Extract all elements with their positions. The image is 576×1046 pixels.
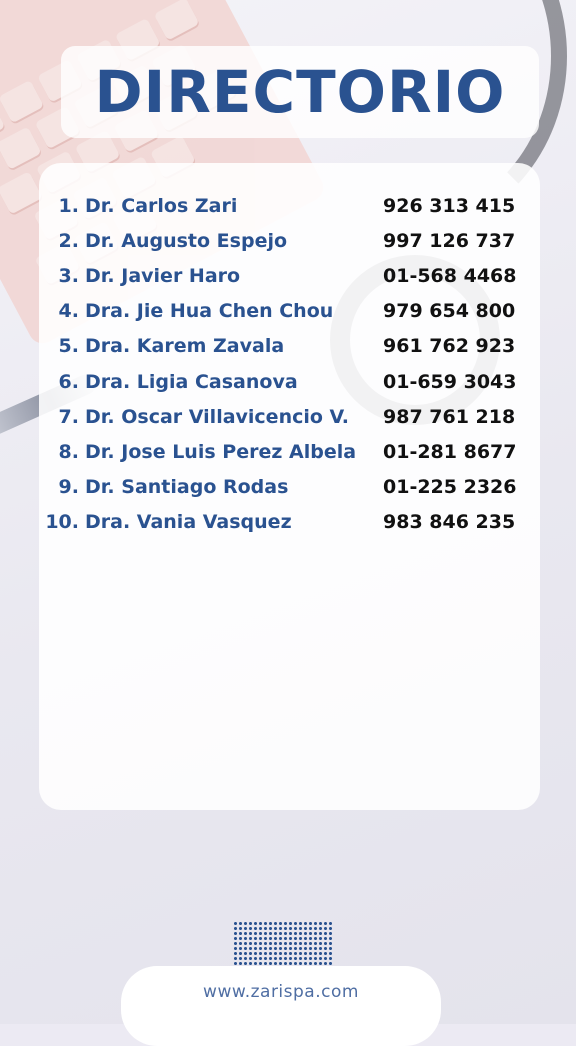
phone-number: 987 761 218 <box>383 405 516 428</box>
phone-number: 961 762 923 <box>383 335 516 358</box>
list-item: 8. Dr. Jose Luis Perez Albela 01-281 8677 <box>0 434 576 469</box>
doctor-name: Dr. Santiago Rodas <box>85 476 289 499</box>
list-item: 9. Dr. Santiago Rodas 01-225 2326 <box>0 470 576 505</box>
list-item: 7. Dr. Oscar Villavicencio V. 987 761 218 <box>0 399 576 434</box>
list-item: 4. Dra. Jie Hua Chen Chou 979 654 800 <box>0 294 576 329</box>
item-number: 7. <box>58 405 79 428</box>
doctor-name: Dr. Jose Luis Perez Albela <box>85 440 357 463</box>
item-number: 8. <box>58 440 79 463</box>
website-link[interactable]: www.zarispa.com <box>121 982 441 1002</box>
list-item: 1. Dr. Carlos Zari 926 313 415 <box>0 188 576 223</box>
item-number: 2. <box>58 229 79 252</box>
list-item: 10. Dra. Vania Vasquez 983 846 235 <box>0 505 576 540</box>
doctor-name: Dr. Javier Haro <box>85 264 241 287</box>
phone-number: 01-568 4468 <box>383 264 517 287</box>
item-number: 6. <box>58 370 79 393</box>
doctor-name: Dr. Oscar Villavicencio V. <box>85 405 350 428</box>
phone-number: 01-281 8677 <box>383 440 517 463</box>
doctor-name: Dr. Augusto Espejo <box>85 229 288 252</box>
phone-number: 01-225 2326 <box>383 476 517 499</box>
item-number: 5. <box>58 335 79 358</box>
list-item: 6. Dra. Ligia Casanova 01-659 3043 <box>0 364 576 399</box>
list-item: 3. Dr. Javier Haro 01-568 4468 <box>0 258 576 293</box>
list-item: 2. Dr. Augusto Espejo 997 126 737 <box>0 223 576 258</box>
doctor-name: Dr. Carlos Zari <box>85 194 238 217</box>
phone-number: 01-659 3043 <box>383 370 517 393</box>
doctor-name: Dra. Vania Vasquez <box>85 511 292 534</box>
item-number: 10. <box>45 511 79 534</box>
doctor-name: Dra. Ligia Casanova <box>85 370 298 393</box>
page-title: DIRECTORIO <box>94 58 506 126</box>
phone-number: 926 313 415 <box>383 194 516 217</box>
dot-pattern-decoration <box>233 921 333 965</box>
doctor-name: Dra. Jie Hua Chen Chou <box>85 300 334 323</box>
item-number: 9. <box>58 476 79 499</box>
phone-number: 983 846 235 <box>383 511 516 534</box>
item-number: 3. <box>58 264 79 287</box>
phone-number: 997 126 737 <box>383 229 516 252</box>
footer-panel <box>121 966 441 1046</box>
list-item: 5. Dra. Karem Zavala 961 762 923 <box>0 329 576 364</box>
doctor-name: Dra. Karem Zavala <box>85 335 285 358</box>
item-number: 1. <box>58 194 79 217</box>
item-number: 4. <box>58 300 79 323</box>
phone-number: 979 654 800 <box>383 300 516 323</box>
